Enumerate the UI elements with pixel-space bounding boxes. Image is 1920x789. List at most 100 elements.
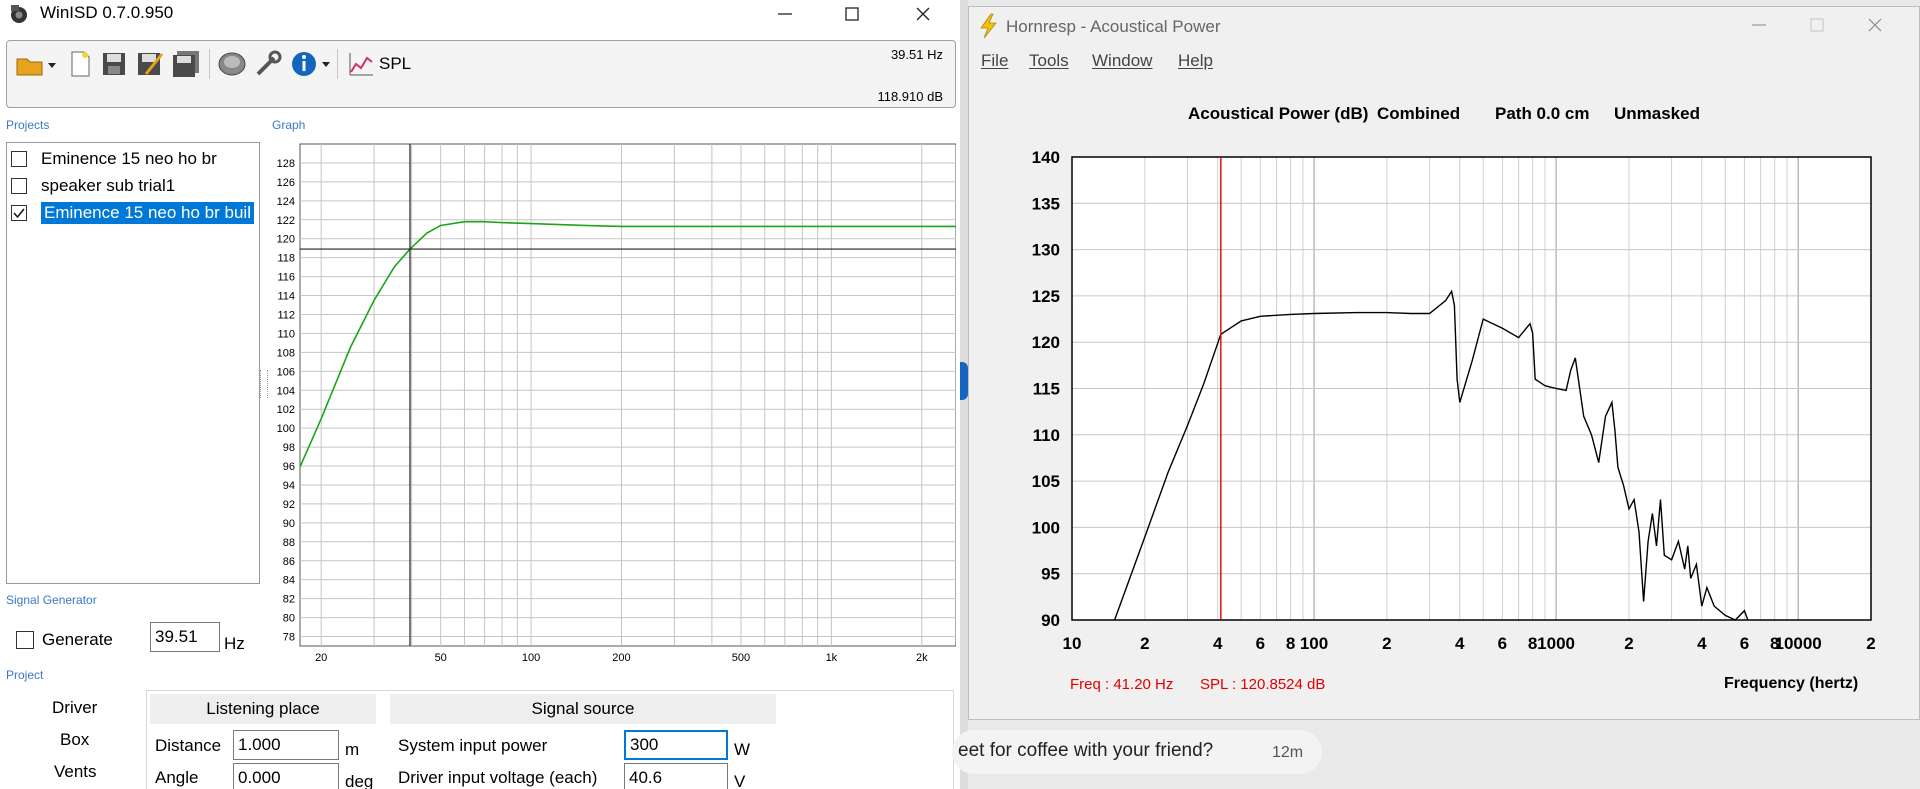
y-tick-label: 140 bbox=[1032, 148, 1060, 167]
tab-box[interactable]: Box bbox=[60, 730, 89, 750]
y-tick-label: 118 bbox=[277, 253, 295, 265]
y-tick-label: 90 bbox=[283, 518, 295, 530]
y-tick-label: 100 bbox=[1032, 518, 1060, 537]
info-button[interactable] bbox=[289, 49, 333, 79]
y-tick-label: 128 bbox=[277, 158, 295, 170]
x-tick-label: 10 bbox=[1063, 634, 1082, 653]
chart-header-quantity: Acoustical Power (dB) bbox=[1188, 104, 1369, 123]
spl-label: SPL bbox=[379, 54, 412, 73]
angle-input[interactable] bbox=[233, 763, 339, 789]
tab-driver[interactable]: Driver bbox=[52, 698, 97, 718]
x-tick-label: 6 bbox=[1256, 634, 1265, 653]
project-section-label: Project bbox=[6, 668, 44, 682]
menu-file[interactable]: File bbox=[981, 51, 1008, 71]
hornresp-maximize-button[interactable] bbox=[1795, 11, 1839, 39]
y-tick-label: 126 bbox=[277, 177, 295, 189]
project-checkbox[interactable] bbox=[11, 178, 27, 194]
project-item[interactable]: speaker sub trial1 bbox=[11, 173, 175, 199]
graph-label: Graph bbox=[272, 118, 306, 132]
tools-icon bbox=[256, 50, 282, 76]
project-name: speaker sub trial1 bbox=[41, 176, 176, 195]
generate-checkbox[interactable] bbox=[16, 631, 34, 649]
save-button[interactable] bbox=[99, 49, 129, 79]
distance-input[interactable] bbox=[233, 730, 339, 760]
chart-header-mode: Combined bbox=[1377, 104, 1461, 123]
menu-tools[interactable]: Tools bbox=[1029, 51, 1069, 71]
y-tick-label: 88 bbox=[283, 537, 295, 549]
x-tick-label: 20 bbox=[315, 652, 327, 662]
angle-unit: deg bbox=[345, 772, 374, 789]
new-file-icon bbox=[71, 51, 90, 77]
distance-unit: m bbox=[345, 740, 360, 759]
y-tick-label: 110 bbox=[1033, 426, 1060, 445]
minimize-button[interactable] bbox=[762, 0, 808, 28]
maximize-icon bbox=[1810, 18, 1824, 32]
y-tick-label: 114 bbox=[277, 291, 295, 303]
hornresp-lightning-icon bbox=[980, 13, 997, 39]
maximize-button[interactable] bbox=[829, 0, 875, 28]
acoustical-power-graph: 140135130125120115110105100959010 2 4 6 8 100… bbox=[1032, 148, 1876, 653]
save-icon bbox=[103, 53, 125, 75]
y-tick-label: 96 bbox=[283, 461, 295, 473]
tab-vents[interactable]: Vents bbox=[54, 762, 97, 782]
open-folder-icon bbox=[16, 58, 56, 76]
generator-frequency-input[interactable] bbox=[150, 622, 220, 652]
menu-help[interactable]: Help bbox=[1178, 51, 1213, 71]
y-tick-label: 112 bbox=[277, 309, 295, 321]
y-tick-label: 82 bbox=[283, 594, 295, 606]
x-tick-label: 1k bbox=[826, 652, 838, 662]
projects-list: Eminence 15 neo ho br speaker sub trial1… bbox=[6, 142, 260, 584]
hornresp-close-button[interactable] bbox=[1853, 11, 1897, 39]
minimize-icon bbox=[1752, 24, 1766, 26]
close-button[interactable] bbox=[900, 0, 946, 28]
chat-notification[interactable]: eet for coffee with your friend? 12m bbox=[952, 730, 1322, 774]
x-tick-label: 2 bbox=[1382, 634, 1391, 653]
y-tick-label: 98 bbox=[283, 442, 295, 454]
x-tick-label: 100 bbox=[1300, 634, 1328, 653]
tools-button[interactable] bbox=[253, 49, 283, 79]
x-tick-label: 6 bbox=[1740, 634, 1749, 653]
y-tick-label: 90 bbox=[1041, 611, 1060, 630]
input-power-input[interactable] bbox=[624, 730, 728, 760]
x-tick-label: 100 bbox=[522, 652, 540, 662]
project-item[interactable]: Eminence 15 neo ho br bbox=[11, 146, 217, 172]
spl-chart-icon bbox=[349, 53, 373, 76]
toolbar-separator bbox=[209, 49, 210, 79]
db-readout: 118.910 dB bbox=[877, 89, 943, 104]
project-name: Eminence 15 neo ho br buil bbox=[41, 202, 254, 224]
save-as-icon bbox=[138, 53, 164, 75]
x-tick-label: 10000 bbox=[1774, 634, 1821, 653]
project-checkbox-checked[interactable] bbox=[11, 205, 27, 221]
generator-frequency-unit: Hz bbox=[224, 634, 245, 653]
project-item[interactable]: Eminence 15 neo ho br buil bbox=[11, 200, 254, 226]
input-voltage-input[interactable] bbox=[624, 763, 728, 789]
hornresp-minimize-button[interactable] bbox=[1737, 11, 1781, 39]
y-tick-label: 125 bbox=[1032, 287, 1060, 306]
generate-toggle[interactable]: Generate bbox=[16, 630, 113, 650]
driver-editor-button[interactable] bbox=[217, 49, 247, 79]
spl-graph-button[interactable]: SPL bbox=[347, 49, 417, 79]
angle-label: Angle bbox=[155, 768, 199, 787]
hornresp-title: Hornresp - Acoustical Power bbox=[1006, 17, 1221, 36]
menu-window[interactable]: Window bbox=[1092, 51, 1152, 71]
x-tick-label: 8 bbox=[1286, 634, 1295, 653]
winisd-title: WinISD 0.7.0.950 bbox=[40, 3, 174, 22]
chart-header-mask: Unmasked bbox=[1614, 104, 1700, 123]
project-name: Eminence 15 neo ho br bbox=[41, 149, 217, 168]
open-project-button[interactable] bbox=[13, 49, 59, 79]
x-tick-label: 500 bbox=[732, 652, 750, 662]
project-checkbox[interactable] bbox=[11, 151, 27, 167]
new-project-button[interactable] bbox=[65, 49, 95, 79]
x-tick-label: 2 bbox=[1140, 634, 1149, 653]
y-tick-label: 84 bbox=[283, 575, 295, 587]
hornresp-window: Hornresp - Acoustical Power File Tools W… bbox=[968, 6, 1920, 720]
input-voltage-unit: V bbox=[734, 772, 746, 789]
save-all-button[interactable] bbox=[171, 49, 201, 79]
x-tick-label: 2 bbox=[1624, 634, 1633, 653]
save-as-button[interactable] bbox=[135, 49, 165, 79]
y-tick-label: 120 bbox=[277, 234, 295, 246]
generate-label: Generate bbox=[42, 630, 113, 649]
y-tick-label: 108 bbox=[277, 347, 295, 359]
y-tick-label: 120 bbox=[1032, 333, 1060, 352]
splitter-handle[interactable] bbox=[260, 370, 268, 398]
